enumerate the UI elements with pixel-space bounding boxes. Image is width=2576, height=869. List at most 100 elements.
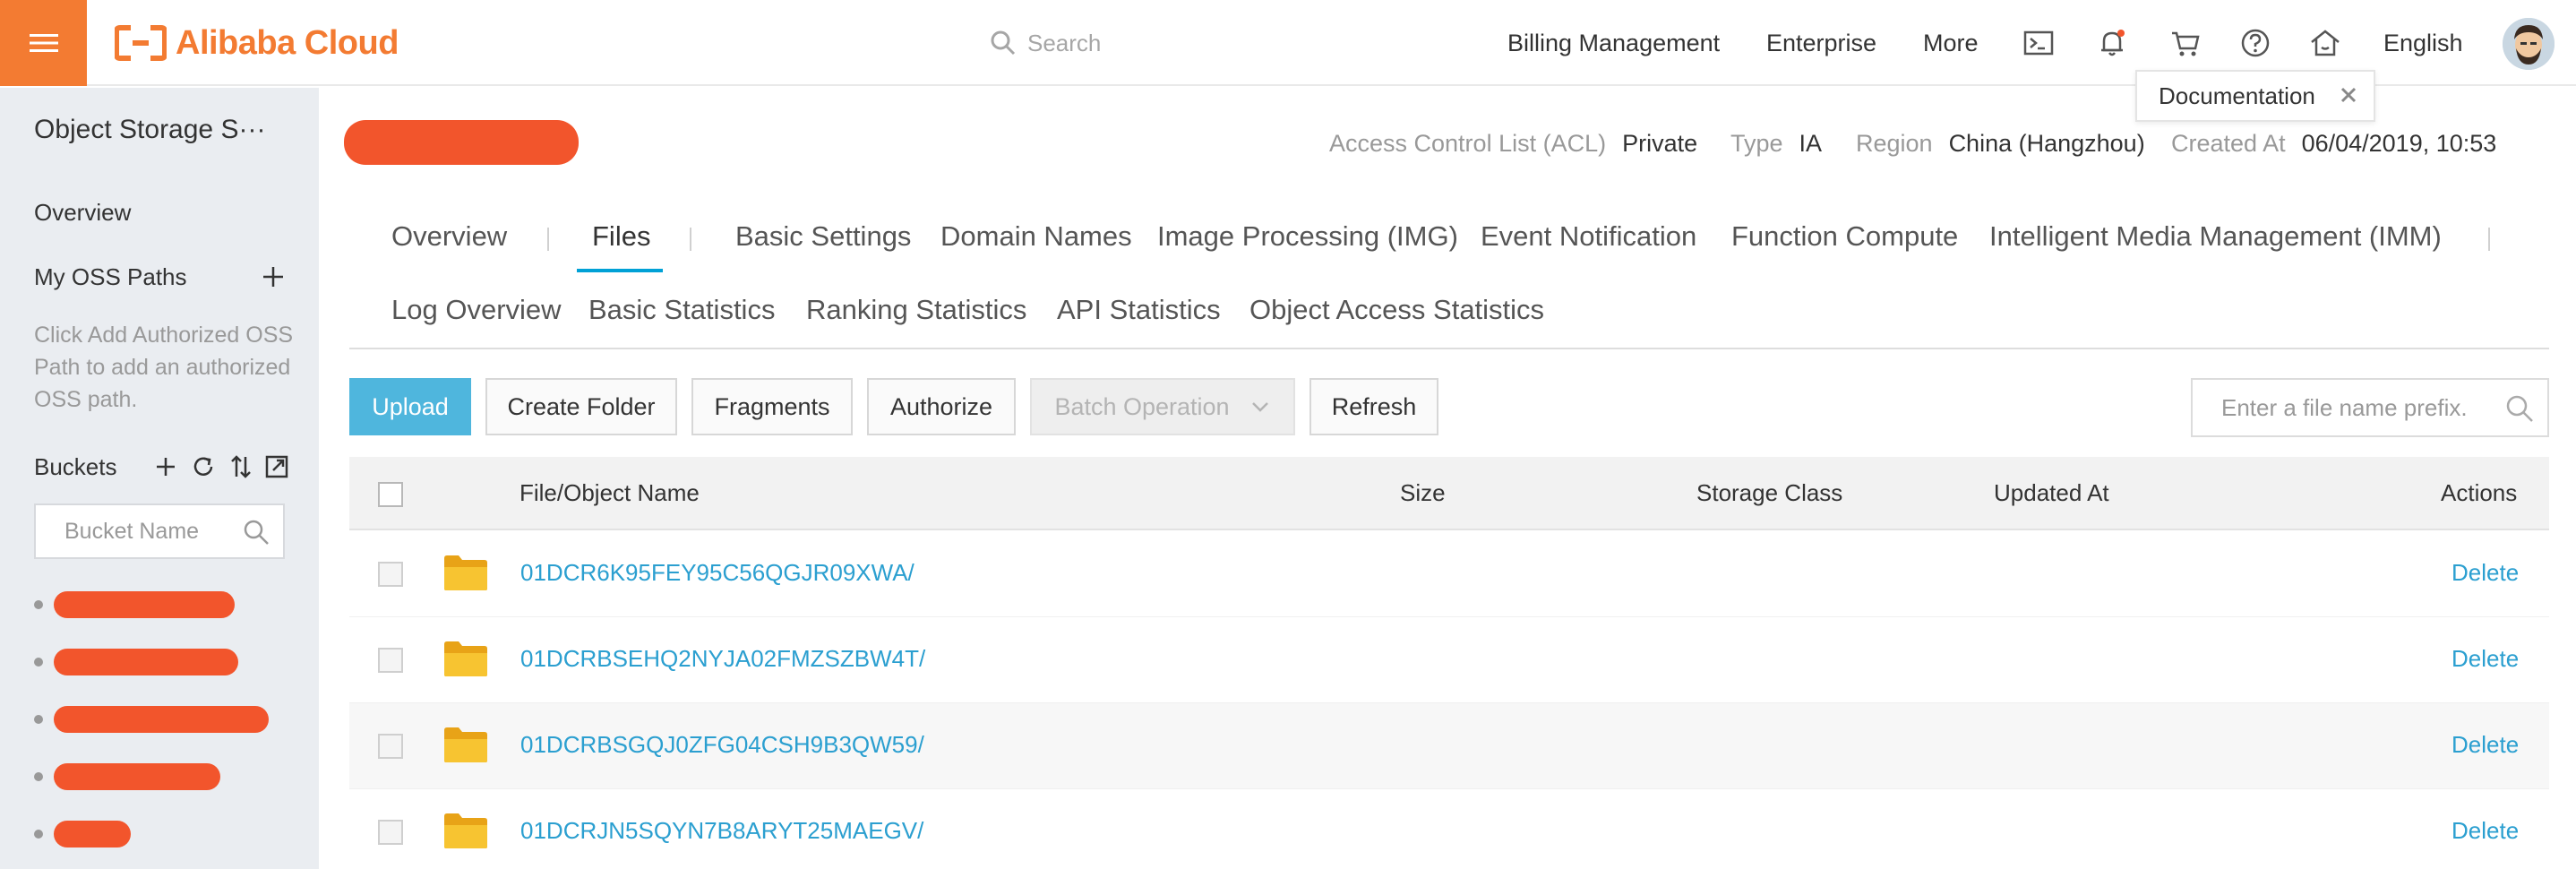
file-name-link[interactable]: 01DCRBSEHQ2NYJA02FMZSZBW4T/ [520,645,925,673]
folder-icon [444,641,487,676]
region-value: China (Hangzhou) [1948,129,2145,157]
column-header-name[interactable]: File/Object Name [519,457,700,529]
type-label: Type [1730,129,1783,157]
file-prefix-search-input[interactable]: Enter a file name prefix. [2191,378,2549,437]
cart-icon [2172,31,2200,56]
nav-enterprise[interactable]: Enterprise [1766,0,1876,86]
tab-separator [690,228,691,251]
table-row[interactable]: 01DCRJN5SQYN7B8ARYT25MAEGV/ Delete [349,789,2549,869]
file-search-placeholder: Enter a file name prefix. [2221,393,2468,421]
batch-operation-dropdown[interactable]: Batch Operation [1030,378,1295,435]
upload-button[interactable]: Upload [349,378,471,435]
bucket-region: Region China (Hangzhou) [1856,125,2145,161]
home-button[interactable] [2306,23,2345,63]
bucket-list-item[interactable] [34,647,238,677]
column-header-updated-at: Updated At [1994,478,2109,506]
tab-basic-settings[interactable]: Basic Settings [735,220,911,253]
delete-link[interactable]: Delete [2451,645,2519,673]
open-bucket-button[interactable] [263,453,290,480]
brand-name: Alibaba Cloud [176,23,399,62]
user-avatar[interactable] [2503,18,2555,70]
row-checkbox[interactable] [378,820,403,845]
tab-object-access-statistics[interactable]: Object Access Statistics [1249,294,1544,326]
search-placeholder: Search [1027,29,1102,56]
type-value: IA [1799,129,1823,157]
column-header-size[interactable]: Size [1400,457,1446,529]
file-name-link[interactable]: 01DCRBSGQJ0ZFG04CSH9B3QW59/ [520,731,924,759]
sidebar-item-my-oss-paths[interactable]: My OSS Paths [34,263,187,291]
created-value: 06/04/2019, 10:53 [2301,129,2497,157]
cart-button[interactable] [2166,23,2205,63]
delete-link[interactable]: Delete [2451,731,2519,759]
global-search[interactable]: Search [990,23,1101,63]
search-icon [2506,395,2533,422]
sort-icon [231,455,251,478]
search-icon [991,30,1016,56]
column-header-storage-class[interactable]: Storage Class [1696,457,1842,529]
tab-basic-statistics[interactable]: Basic Statistics [588,294,775,326]
row-checkbox[interactable] [378,648,403,673]
tab-image-processing[interactable]: Image Processing (IMG) [1157,220,1458,253]
tab-domain-names[interactable]: Domain Names [940,220,1132,253]
refresh-icon [193,457,213,476]
add-oss-path-button[interactable] [260,263,287,290]
tab-overview[interactable]: Overview [391,220,507,253]
created-label: Created At [2171,129,2286,157]
bucket-acl: Access Control List (ACL) Private [1329,125,1697,161]
tab-separator [2488,228,2490,251]
language-switcher[interactable]: English [2383,0,2463,86]
chevron-down-icon [1251,402,1268,412]
tab-ranking-statistics[interactable]: Ranking Statistics [806,294,1026,326]
column-header-actions: Actions [2441,478,2518,506]
bucket-search-placeholder: Bucket Name [64,518,200,544]
tab-intelligent-media-management[interactable]: Intelligent Media Management (IMM) [1989,220,2442,253]
acl-value: Private [1622,129,1698,157]
sidebar-title[interactable]: Object Storage S··· [34,115,265,145]
bucket-list-item[interactable] [34,819,131,849]
create-folder-button[interactable]: Create Folder [485,378,677,435]
fragments-button[interactable]: Fragments [691,378,853,435]
bucket-search-input[interactable]: Bucket Name [34,503,285,559]
row-checkbox[interactable] [378,562,403,587]
refresh-button[interactable]: Refresh [1309,378,1438,435]
terminal-button[interactable] [2019,23,2058,63]
nav-billing-management[interactable]: Billing Management [1507,0,1720,86]
batch-operation-label: Batch Operation [1054,392,1230,420]
file-name-link[interactable]: 01DCRJN5SQYN7B8ARYT25MAEGV/ [520,817,923,845]
hamburger-menu-button[interactable] [0,0,87,86]
authorize-button[interactable]: Authorize [867,378,1016,435]
sort-buckets-button[interactable] [228,453,254,480]
add-bucket-button[interactable] [152,453,179,480]
tab-log-overview[interactable]: Log Overview [391,294,562,326]
tab-files[interactable]: Files [592,220,650,253]
refresh-buckets-button[interactable] [190,453,217,480]
bucket-list-item[interactable] [34,704,269,735]
notifications-button[interactable] [2092,23,2132,63]
alibaba-cloud-logo[interactable]: Alibaba Cloud [115,20,399,66]
redacted-bucket-name [54,706,269,733]
select-all-checkbox[interactable] [378,482,403,507]
file-name-link[interactable]: 01DCR6K95FEY95C56QGJR09XWA/ [520,559,914,587]
close-icon[interactable] [2336,82,2361,108]
documentation-tooltip[interactable]: Documentation [2135,70,2375,122]
bucket-created-at: Created At 06/04/2019, 10:53 [2171,125,2496,161]
row-checkbox[interactable] [378,734,403,759]
help-button[interactable] [2236,23,2275,63]
tab-function-compute[interactable]: Function Compute [1731,220,1958,253]
delete-link[interactable]: Delete [2451,559,2519,587]
table-row[interactable]: 01DCR6K95FEY95C56QGJR09XWA/ Delete [349,531,2549,617]
bucket-list-item[interactable] [34,589,235,620]
bucket-type: Type IA [1730,125,1822,161]
sidebar-item-overview[interactable]: Overview [34,199,131,227]
table-row[interactable]: 01DCRBSEHQ2NYJA02FMZSZBW4T/ Delete [349,617,2549,703]
delete-link[interactable]: Delete [2451,817,2519,845]
sidebar: Object Storage S··· Overview My OSS Path… [0,88,319,869]
nav-more[interactable]: More [1923,0,1979,86]
alibaba-logo-icon [115,25,167,61]
table-row[interactable]: 01DCRBSGQJ0ZFG04CSH9B3QW59/ Delete [349,703,2549,789]
bucket-list-item[interactable] [34,761,220,792]
region-label: Region [1856,129,1933,157]
tab-api-statistics[interactable]: API Statistics [1057,294,1221,326]
terminal-icon [2023,30,2054,56]
tab-event-notification[interactable]: Event Notification [1481,220,1696,253]
